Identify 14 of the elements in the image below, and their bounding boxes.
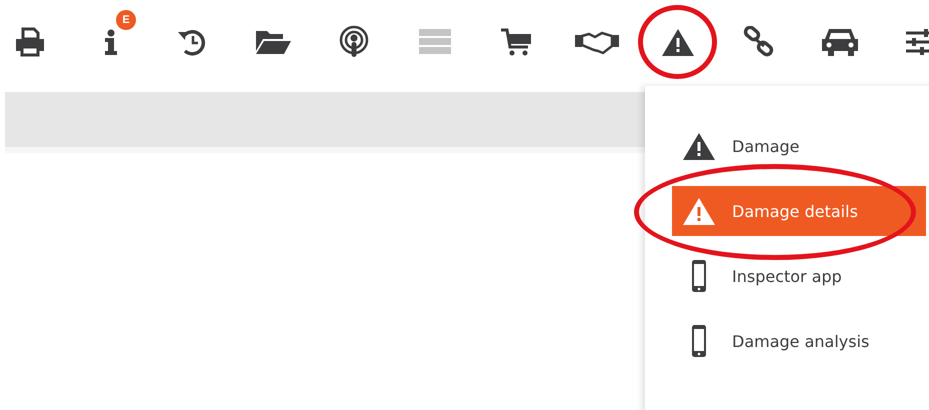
server-icon xyxy=(416,27,452,57)
toolbar-button[interactable] xyxy=(638,5,717,79)
menu-item[interactable]: Damage xyxy=(672,121,926,171)
warning-icon xyxy=(660,27,694,57)
car-icon xyxy=(820,26,860,58)
warning-icon xyxy=(682,196,716,226)
cart-icon xyxy=(498,27,532,57)
menu-item[interactable]: Damage analysis xyxy=(672,316,926,366)
notification-badge: E xyxy=(116,10,136,30)
sliders-icon xyxy=(904,27,929,57)
link-icon xyxy=(742,26,776,58)
warning-icon xyxy=(682,131,716,161)
info-icon xyxy=(104,29,116,55)
menu-item[interactable]: Inspector app xyxy=(672,251,926,301)
